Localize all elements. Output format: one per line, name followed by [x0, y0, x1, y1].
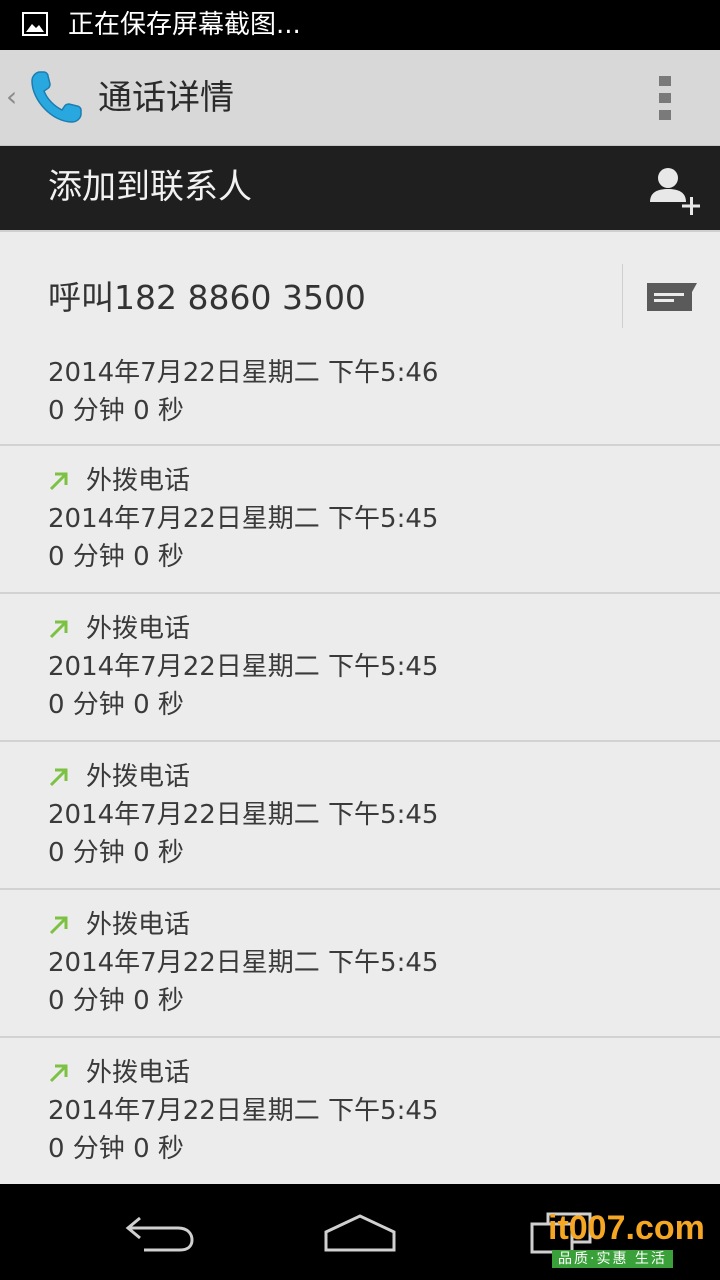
add-contact-icon[interactable] [646, 162, 704, 220]
call-log-entry: 外拨电话 2014年7月22日星期二 下午5:45 0 分钟 0 秒 [0, 446, 720, 594]
call-duration: 0 分钟 0 秒 [48, 1134, 184, 1164]
call-log-entry: 外拨电话 2014年7月22日星期二 下午5:45 0 分钟 0 秒 [0, 594, 720, 742]
call-datetime: 2014年7月22日星期二 下午5:45 [48, 948, 439, 978]
image-icon [22, 12, 48, 36]
call-type-label: 外拨电话 [86, 614, 191, 644]
call-datetime: 2014年7月22日星期二 下午5:45 [48, 504, 439, 534]
call-duration: 0 分钟 0 秒 [48, 542, 184, 572]
add-to-contacts-bar[interactable]: 添加到联系人 [0, 146, 720, 232]
call-type-label: 外拨电话 [86, 762, 191, 792]
phone-handset-icon[interactable] [26, 66, 88, 128]
outgoing-call-arrow-icon [49, 768, 68, 787]
watermark-logo: it007.com 品质·实惠 生活 [548, 1208, 718, 1274]
page-title: 通话详情 [98, 78, 234, 118]
status-bar: 正在保存屏幕截图... [0, 0, 720, 50]
call-log-entry: 外拨电话 2014年7月22日星期二 下午5:45 0 分钟 0 秒 [0, 742, 720, 890]
add-to-contacts-label: 添加到联系人 [48, 167, 252, 207]
call-type-label: 外拨电话 [86, 910, 191, 940]
watermark-logo-text: it007.com [548, 1209, 705, 1247]
call-datetime: 2014年7月22日星期二 下午5:45 [48, 1096, 439, 1126]
vertical-divider [622, 264, 623, 328]
call-duration: 0 分钟 0 秒 [48, 986, 184, 1016]
call-number-row[interactable]: 呼叫182 8860 3500 [0, 232, 720, 352]
overflow-menu-icon[interactable] [640, 68, 690, 128]
call-type-label: 外拨电话 [86, 1058, 191, 1088]
outgoing-call-arrow-icon [49, 472, 68, 491]
outgoing-call-arrow-icon [49, 1064, 68, 1083]
call-type-label: 外拨电话 [86, 466, 191, 496]
summary-duration: 0 分钟 0 秒 [48, 396, 184, 426]
up-caret-icon[interactable]: ‹ [6, 80, 17, 114]
back-icon[interactable] [124, 1214, 196, 1254]
notification-text: 正在保存屏幕截图... [68, 10, 301, 40]
watermark-tagline: 品质·实惠 生活 [552, 1250, 673, 1268]
action-bar: ‹ 通话详情 [0, 50, 720, 146]
call-duration: 0 分钟 0 秒 [48, 690, 184, 720]
home-icon[interactable] [322, 1210, 398, 1254]
call-duration: 0 分钟 0 秒 [48, 838, 184, 868]
message-icon[interactable] [646, 282, 698, 312]
outgoing-call-arrow-icon [49, 620, 68, 639]
call-log-entry: 外拨电话 2014年7月22日星期二 下午5:45 0 分钟 0 秒 [0, 890, 720, 1038]
call-datetime: 2014年7月22日星期二 下午5:45 [48, 800, 439, 830]
call-datetime: 2014年7月22日星期二 下午5:45 [48, 652, 439, 682]
call-summary: 2014年7月22日星期二 下午5:46 0 分钟 0 秒 [0, 352, 720, 446]
call-log-entry: 外拨电话 2014年7月22日星期二 下午5:45 0 分钟 0 秒 [0, 1038, 720, 1184]
outgoing-call-arrow-icon [49, 916, 68, 935]
call-number-label: 呼叫182 8860 3500 [48, 278, 366, 317]
summary-datetime: 2014年7月22日星期二 下午5:46 [48, 358, 439, 388]
